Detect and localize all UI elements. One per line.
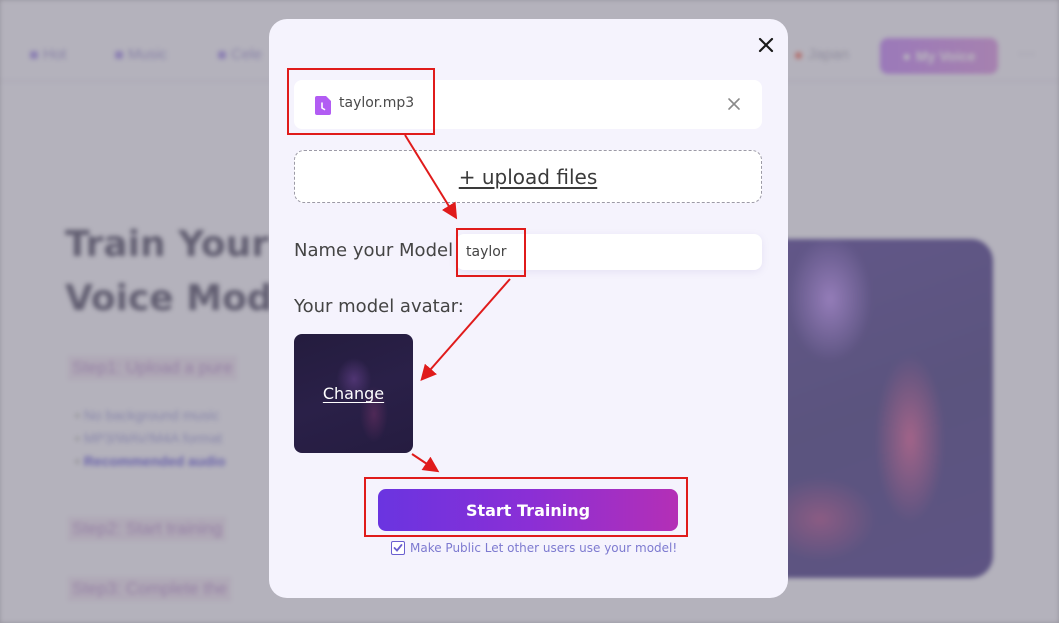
checkmark-icon [393,544,403,552]
upload-dropzone[interactable]: + upload files [294,150,762,203]
close-icon[interactable] [755,34,777,56]
remove-file-icon[interactable] [727,97,741,111]
avatar-label: Your model avatar: [294,296,464,317]
annotation-box-name [456,228,526,277]
model-name-label: Name your Model [294,240,454,261]
annotation-box-start [364,477,688,537]
change-avatar-link[interactable]: Change [323,384,384,403]
make-public-label: Make Public Let other users use your mod… [410,541,678,555]
make-public-checkbox[interactable] [391,541,405,555]
model-avatar[interactable]: Change [294,334,413,453]
upload-files-link[interactable]: + upload files [459,165,597,189]
annotation-box-file [287,68,435,135]
make-public-option: Make Public Let other users use your mod… [391,541,677,555]
